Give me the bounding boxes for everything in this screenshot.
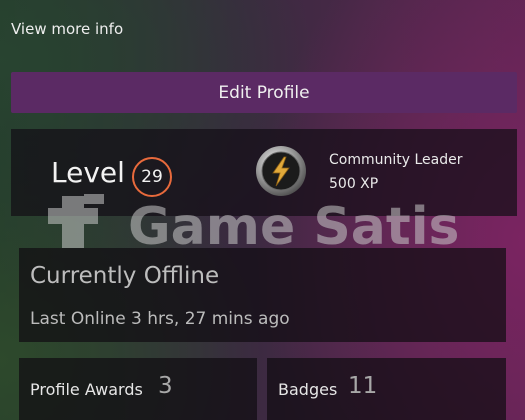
featured-badge-xp: 500 XP: [329, 176, 379, 192]
status-panel: Currently Offline Last Online 3 hrs, 27 …: [19, 248, 506, 342]
online-status: Currently Offline: [30, 263, 220, 289]
profile-awards-tile[interactable]: Profile Awards 3: [19, 358, 257, 420]
featured-badge-name: Community Leader: [329, 152, 463, 168]
profile-awards-count: 3: [158, 373, 173, 399]
level-value: 29: [141, 167, 163, 187]
badges-count: 11: [348, 373, 378, 399]
level-panel: Level 29 Community Leader 500 XP: [11, 129, 517, 216]
last-online-text: Last Online 3 hrs, 27 mins ago: [30, 309, 290, 329]
level-label: Level: [51, 156, 125, 189]
badges-label: Badges: [278, 380, 338, 399]
badges-tile[interactable]: Badges 11: [267, 358, 506, 420]
level-badge: 29: [132, 157, 172, 197]
edit-profile-label: Edit Profile: [218, 82, 310, 103]
edit-profile-button[interactable]: Edit Profile: [11, 72, 517, 113]
view-more-info-link[interactable]: View more info: [11, 20, 123, 38]
lightning-bolt-icon[interactable]: [255, 145, 307, 197]
profile-awards-label: Profile Awards: [30, 380, 143, 399]
